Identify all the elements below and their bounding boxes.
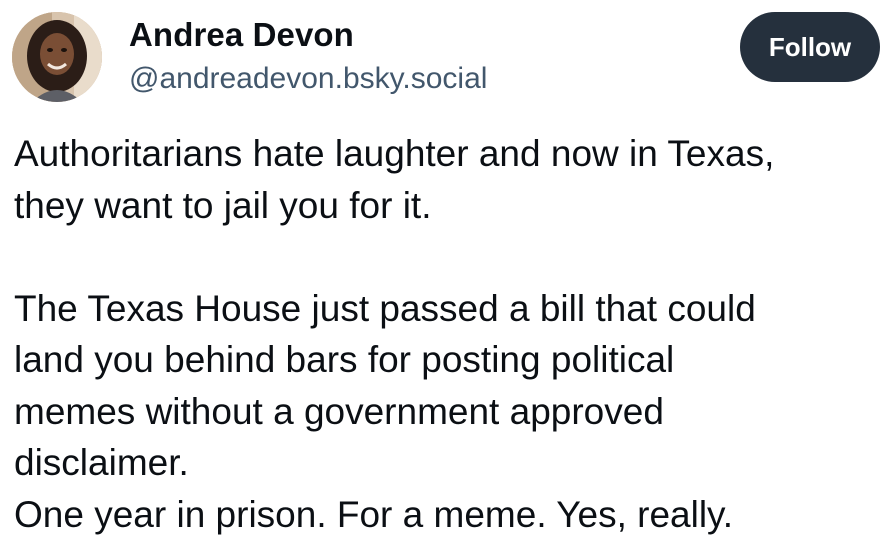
post-text-line: memes without a government approved	[14, 390, 664, 432]
avatar-image	[12, 12, 102, 102]
post-text-line: disclaimer.	[14, 442, 189, 483]
post-text-line: they want to jail you for it.	[14, 184, 432, 226]
post-text-line: Authoritarians hate laughter and now in …	[14, 133, 775, 174]
post-text-line: land you behind bars for posting politic…	[14, 339, 675, 380]
post-header: Andrea Devon @andreadevon.bsky.social Fo…	[0, 0, 887, 110]
post-text-line: One year in prison. For a meme. Yes, rea…	[14, 493, 734, 535]
follow-button[interactable]: Follow	[740, 12, 880, 82]
post-text: Authoritarians hate laughter and now in …	[14, 128, 884, 540]
author-display-name[interactable]: Andrea Devon	[129, 15, 487, 55]
author-info: Andrea Devon @andreadevon.bsky.social	[129, 15, 487, 99]
author-handle[interactable]: @andreadevon.bsky.social	[129, 59, 487, 99]
post-text-line: The Texas House just passed a bill that …	[14, 287, 756, 329]
avatar[interactable]	[12, 12, 102, 102]
post-card: Andrea Devon @andreadevon.bsky.social Fo…	[0, 0, 887, 542]
